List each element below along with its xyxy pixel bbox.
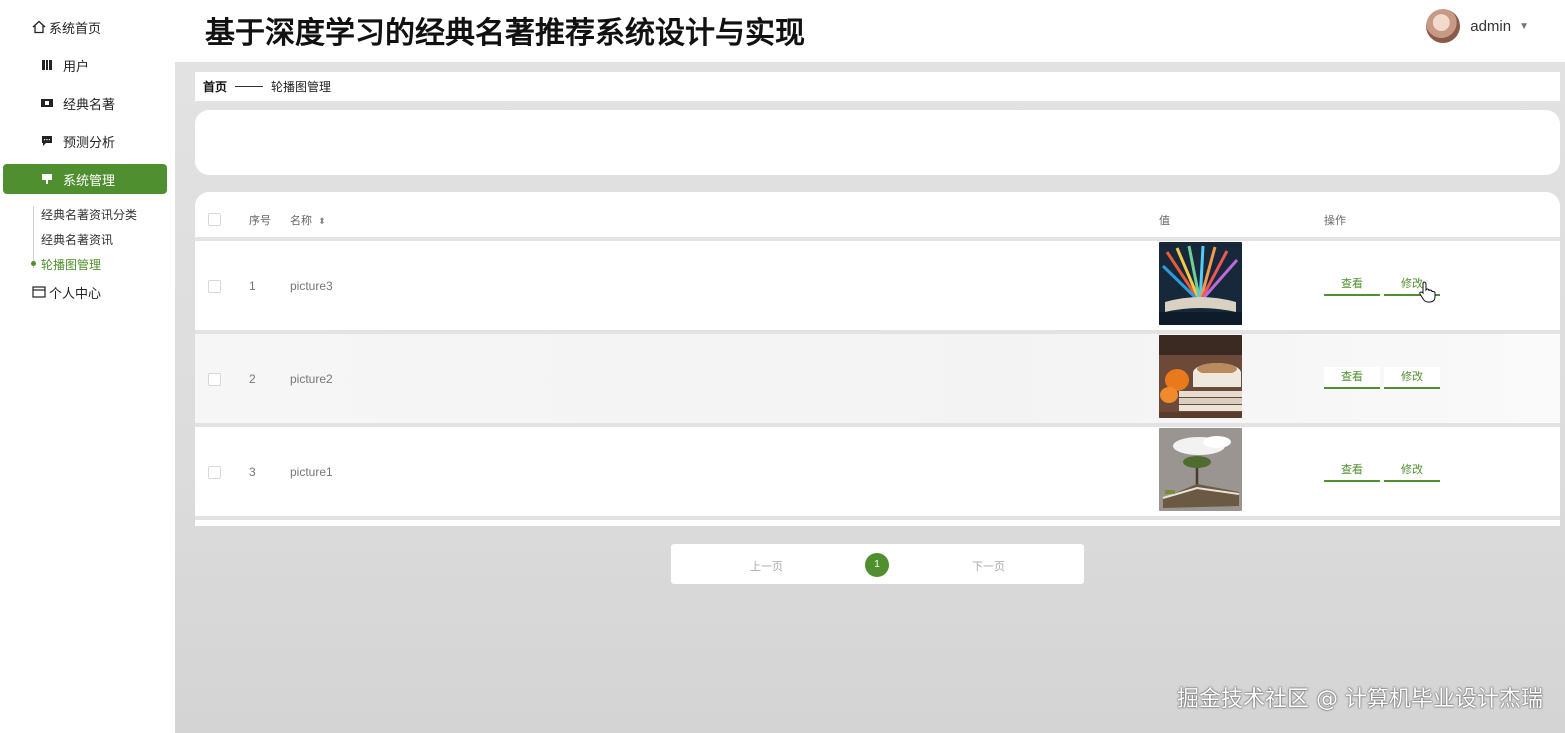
sidebar-item-label: 个人中心	[49, 285, 102, 301]
row-name: picture1	[290, 465, 333, 479]
header-index: 序号	[249, 215, 271, 227]
breadcrumb-separator	[235, 86, 264, 87]
table-row: 3 picture1 查看 修改	[195, 427, 1560, 516]
settings-icon	[39, 171, 55, 187]
sidebar-item-classics[interactable]: 经典名著	[3, 88, 167, 118]
header-actions: 操作	[1324, 215, 1346, 227]
view-button[interactable]: 查看	[1324, 274, 1380, 296]
sidebar-item-users[interactable]: 用户	[3, 50, 167, 80]
book-icon	[39, 95, 55, 111]
sidebar-item-label: 系统管理	[63, 172, 116, 188]
submenu-item-carousel[interactable]: 轮播图管理	[41, 256, 101, 273]
sidebar: 系统首页 用户 经典名著 预测分析 系统管理 经典名著资讯分类 经典名著资讯 轮…	[0, 0, 176, 733]
search-panel	[195, 110, 1560, 175]
carousel-image-thumbnail[interactable]	[1159, 428, 1242, 511]
user-icon	[39, 57, 55, 73]
sidebar-item-label: 预测分析	[63, 134, 116, 150]
header-name[interactable]: 名称 ⬍	[290, 212, 326, 228]
row-name: picture2	[290, 372, 333, 386]
chat-icon	[39, 133, 55, 149]
row-checkbox[interactable]	[208, 466, 221, 479]
user-menu[interactable]: admin ▼	[1426, 9, 1529, 43]
table-row: 1 picture3 查看 修改	[195, 241, 1560, 330]
prev-page-button[interactable]: 上一页	[750, 558, 783, 574]
submenu-item-news[interactable]: 经典名著资讯	[41, 231, 113, 248]
header: 基于深度学习的经典名著推荐系统设计与实现 admin ▼	[175, 0, 1565, 62]
data-table: 序号 名称 ⬍ 值 操作 1 picture3 查看 修改 2 picture2…	[195, 192, 1560, 526]
view-button[interactable]: 查看	[1324, 367, 1380, 389]
page-title: 基于深度学习的经典名著推荐系统设计与实现	[205, 16, 805, 51]
avatar	[1426, 9, 1461, 43]
caret-down-icon: ▼	[1519, 20, 1529, 32]
edit-button[interactable]: 修改	[1384, 460, 1440, 482]
table-row: 2 picture2 查看 修改	[195, 334, 1560, 423]
carousel-image-thumbnail[interactable]	[1159, 242, 1242, 325]
carousel-image-thumbnail[interactable]	[1159, 335, 1242, 418]
breadcrumb-home[interactable]: 首页	[203, 78, 227, 95]
username: admin	[1470, 17, 1512, 35]
header-name-label: 名称	[290, 215, 312, 227]
sidebar-item-prediction[interactable]: 预测分析	[3, 126, 167, 156]
main-content: 首页 轮播图管理 序号 名称 ⬍ 值 操作 1 picture3 查看 修改 2…	[175, 62, 1565, 733]
active-dot	[31, 261, 36, 266]
row-name: picture3	[290, 279, 333, 293]
row-index: 1	[249, 279, 256, 293]
sidebar-item-label: 用户	[63, 58, 90, 74]
submenu-line	[33, 206, 34, 268]
sidebar-item-system[interactable]: 系统管理	[3, 164, 167, 194]
home-icon	[31, 19, 47, 35]
row-checkbox[interactable]	[208, 280, 221, 293]
next-page-button[interactable]: 下一页	[972, 558, 1005, 574]
profile-icon	[31, 284, 47, 300]
breadcrumb-current: 轮播图管理	[271, 80, 332, 94]
hand-cursor-icon	[1419, 281, 1436, 303]
view-button[interactable]: 查看	[1324, 460, 1380, 482]
sidebar-item-label: 经典名著	[63, 96, 116, 112]
sidebar-item-profile[interactable]: 个人中心	[3, 277, 167, 307]
sidebar-item-home[interactable]: 系统首页	[3, 12, 167, 42]
select-all-checkbox[interactable]	[208, 213, 221, 226]
row-index: 3	[249, 465, 256, 479]
sort-icon[interactable]: ⬍	[318, 216, 326, 226]
row-index: 2	[249, 372, 256, 386]
page-number-current[interactable]: 1	[865, 553, 889, 577]
sidebar-item-label: 系统首页	[49, 20, 102, 36]
header-value: 值	[1159, 215, 1170, 227]
edit-button[interactable]: 修改	[1384, 367, 1440, 389]
submenu-item-news-category[interactable]: 经典名著资讯分类	[41, 206, 137, 223]
row-divider	[195, 516, 1560, 520]
table-header: 序号 名称 ⬍ 值 操作	[195, 192, 1560, 241]
watermark: 掘金技术社区 @ 计算机毕业设计杰瑞	[1177, 687, 1543, 712]
breadcrumb: 首页 轮播图管理	[195, 72, 1560, 101]
row-checkbox[interactable]	[208, 373, 221, 386]
pagination: 上一页 1 下一页	[671, 544, 1084, 584]
